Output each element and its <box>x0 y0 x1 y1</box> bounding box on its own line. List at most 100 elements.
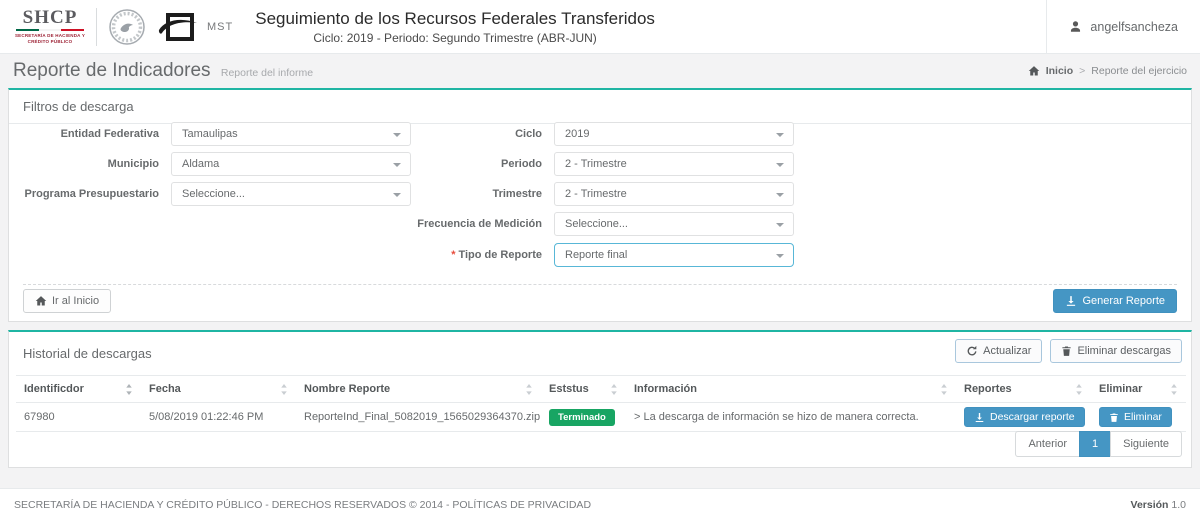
cell-estatus: Terminado <box>541 403 626 432</box>
sort-icon <box>610 384 618 395</box>
sort-icon <box>940 384 948 395</box>
select-value: Seleccione... <box>182 188 245 200</box>
pagination-page-1[interactable]: 1 <box>1079 431 1111 457</box>
programa-presupuestario-select[interactable]: Seleccione... <box>171 182 411 206</box>
refresh-button[interactable]: Actualizar <box>955 339 1042 363</box>
downloads-table: Identificdor Fecha Nombre Reporte Eststu… <box>16 375 1186 432</box>
cell-reportes: Descargar reporte <box>956 403 1091 432</box>
cell-nombre: ReporteInd_Final_5082019_1565029364370.z… <box>296 403 541 432</box>
filters-panel-title: Filtros de descarga <box>9 90 1191 124</box>
go-home-button[interactable]: Ir al Inicio <box>23 289 111 313</box>
delete-downloads-button[interactable]: Eliminar descargas <box>1050 339 1182 363</box>
delete-row-button[interactable]: Eliminar <box>1099 407 1172 427</box>
required-asterisk: * <box>451 249 455 261</box>
column-header-identificador[interactable]: Identificdor <box>16 376 141 403</box>
chevron-down-icon <box>776 223 784 227</box>
table-header-row: Identificdor Fecha Nombre Reporte Eststu… <box>16 376 1186 403</box>
user-menu[interactable]: angelfsancheza <box>1046 0 1200 54</box>
user-icon <box>1069 20 1082 33</box>
chevron-down-icon <box>776 133 784 137</box>
select-value: Reporte final <box>565 249 627 261</box>
filters-panel: Filtros de descarga Entidad Federativa T… <box>8 88 1192 322</box>
form-row: Ciclo 2019 <box>392 122 794 146</box>
entidad-federativa-select[interactable]: Tamaulipas <box>171 122 411 146</box>
periodo-select[interactable]: 2 - Trimestre <box>554 152 794 176</box>
sort-icon <box>1170 384 1178 395</box>
entidad-federativa-label: Entidad Federativa <box>19 128 159 140</box>
form-row: Programa Presupuestario Seleccione... <box>19 182 411 206</box>
download-history-panel: Historial de descargas Actualizar Elimin… <box>8 330 1192 468</box>
page-title: Reporte de Indicadores <box>13 60 211 81</box>
breadcrumb-current: Reporte del ejercicio <box>1091 65 1187 77</box>
mexico-flag-stripe <box>16 29 84 31</box>
footer-copyright: SECRETARÍA DE HACIENDA Y CRÉDITO PÚBLICO… <box>14 499 591 511</box>
cell-eliminar: Eliminar <box>1091 403 1186 432</box>
refresh-icon <box>966 345 978 357</box>
select-value: 2 - Trimestre <box>565 188 627 200</box>
mst-logo-text: MST <box>207 21 233 33</box>
shcp-logo-subtext: SECRETARÍA DE HACIENDA Y CRÉDITO PÚBLICO <box>14 33 86 44</box>
trimestre-select[interactable]: 2 - Trimestre <box>554 182 794 206</box>
sort-icon <box>525 384 533 395</box>
home-icon <box>1028 65 1040 77</box>
page-heading: Reporte de Indicadores Reporte del infor… <box>0 54 1200 88</box>
form-row: Municipio Aldama <box>19 152 411 176</box>
history-panel-title: Historial de descargas <box>23 346 152 361</box>
breadcrumb: Inicio > Reporte del ejercicio <box>1028 65 1187 77</box>
app-title-block: Seguimiento de los Recursos Federales Tr… <box>255 8 655 45</box>
trash-icon <box>1061 345 1072 357</box>
programa-presupuestario-label: Programa Presupuestario <box>19 188 159 200</box>
column-header-reportes[interactable]: Reportes <box>956 376 1091 403</box>
download-report-button[interactable]: Descargar reporte <box>964 407 1085 427</box>
sort-icon <box>1075 384 1083 395</box>
pagination-prev-button[interactable]: Anterior <box>1015 431 1080 457</box>
cell-fecha: 5/08/2019 01:22:46 PM <box>141 403 296 432</box>
form-row: Frecuencia de Medición Seleccione... <box>392 212 794 236</box>
breadcrumb-home-link[interactable]: Inicio <box>1046 65 1073 77</box>
download-icon <box>974 412 985 423</box>
chevron-down-icon <box>776 163 784 167</box>
username: angelfsancheza <box>1090 20 1178 34</box>
trash-icon <box>1109 412 1119 423</box>
pagination-next-button[interactable]: Siguiente <box>1110 431 1182 457</box>
column-header-nombre-reporte[interactable]: Nombre Reporte <box>296 376 541 403</box>
select-value: Tamaulipas <box>182 128 238 140</box>
column-header-eliminar[interactable]: Eliminar <box>1091 376 1186 403</box>
panel-footer-divider <box>23 284 1177 285</box>
pagination: Anterior 1 Siguiente <box>1015 431 1182 457</box>
top-header: SHCP SECRETARÍA DE HACIENDA Y CRÉDITO PÚ… <box>0 0 1200 54</box>
column-header-estatus[interactable]: Eststus <box>541 376 626 403</box>
mst-logo: MST <box>157 10 233 44</box>
form-row: Trimestre 2 - Trimestre <box>392 182 794 206</box>
shcp-logo: SHCP SECRETARÍA DE HACIENDA Y CRÉDITO PÚ… <box>14 8 86 44</box>
status-badge: Terminado <box>549 409 615 426</box>
form-row: Entidad Federativa Tamaulipas <box>19 122 411 146</box>
form-row: Periodo 2 - Trimestre <box>392 152 794 176</box>
mst-logo-icon <box>157 10 199 44</box>
cell-informacion: > La descarga de información se hizo de … <box>626 403 956 432</box>
chevron-down-icon <box>776 254 784 258</box>
select-value: Aldama <box>182 158 219 170</box>
periodo-label: Periodo <box>392 158 542 170</box>
ciclo-select[interactable]: 2019 <box>554 122 794 146</box>
page-subtitle: Reporte del informe <box>221 67 313 79</box>
brand-logos: SHCP SECRETARÍA DE HACIENDA Y CRÉDITO PÚ… <box>0 7 233 47</box>
generate-report-button[interactable]: Generar Reporte <box>1053 289 1177 313</box>
frecuencia-medicion-select[interactable]: Seleccione... <box>554 212 794 236</box>
sort-icon <box>280 384 288 395</box>
app-subtitle: Ciclo: 2019 - Periodo: Segundo Trimestre… <box>255 31 655 45</box>
trimestre-label: Trimestre <box>392 188 542 200</box>
municipio-label: Municipio <box>19 158 159 170</box>
cell-id: 67980 <box>16 403 141 432</box>
header-divider <box>96 8 97 46</box>
select-value: Seleccione... <box>565 218 628 230</box>
shcp-logo-text: SHCP <box>14 8 86 27</box>
select-value: 2 - Trimestre <box>565 158 627 170</box>
column-header-fecha[interactable]: Fecha <box>141 376 296 403</box>
tipo-reporte-select[interactable]: Reporte final <box>554 243 794 267</box>
footer-version: Versión 1.0 <box>1131 499 1186 511</box>
frecuencia-medicion-label: Frecuencia de Medición <box>392 218 542 230</box>
ciclo-label: Ciclo <box>392 128 542 140</box>
column-header-informacion[interactable]: Información <box>626 376 956 403</box>
municipio-select[interactable]: Aldama <box>171 152 411 176</box>
